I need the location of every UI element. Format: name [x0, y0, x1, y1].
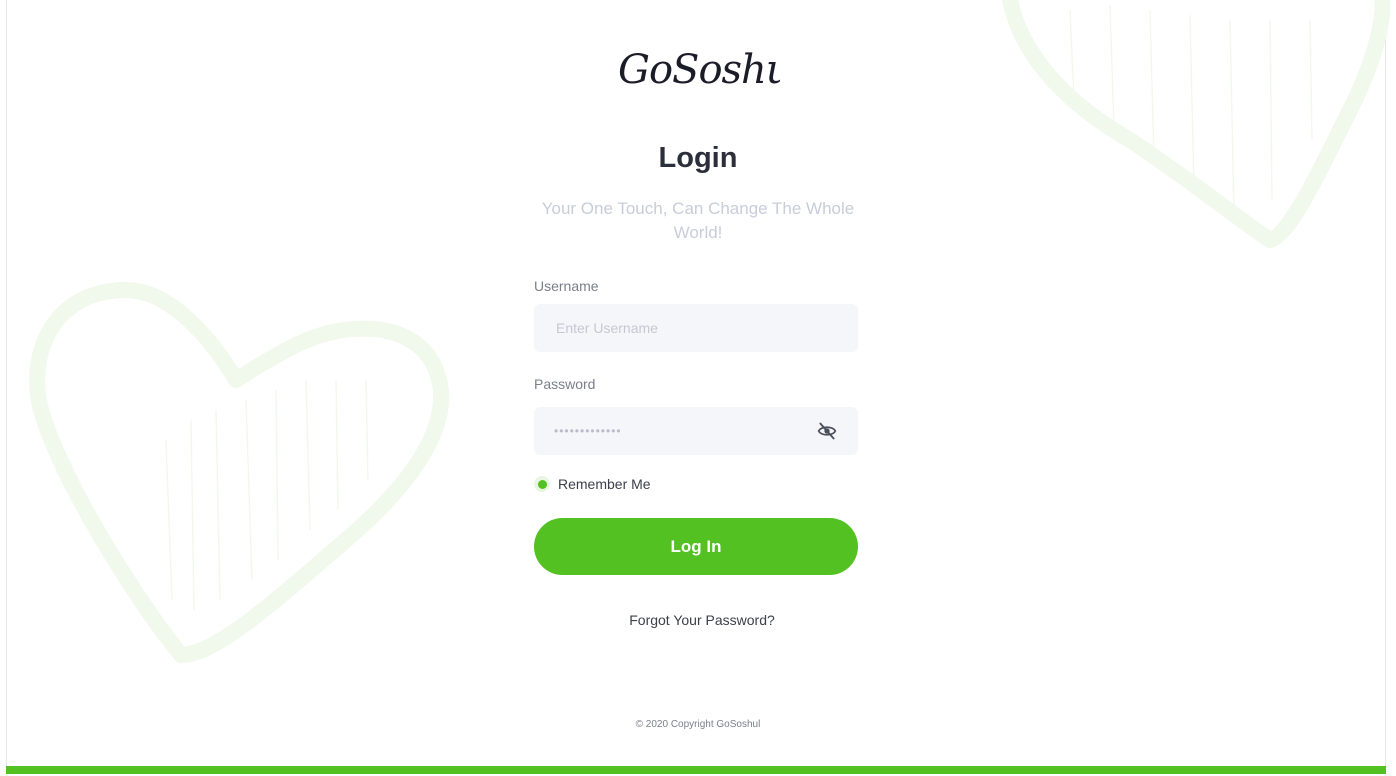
copyright-text: © 2020 Copyright GoSoshul	[635, 719, 761, 730]
gososhul-logo: GoSoshul	[618, 47, 780, 93]
page-subtitle: Your One Touch, Can Change The Whole Wor…	[541, 199, 855, 242]
username-field[interactable]	[534, 304, 858, 352]
password-input[interactable]: •••••••••••••	[554, 424, 816, 438]
username-input[interactable]	[554, 319, 838, 337]
forgot-password-link[interactable]: Forgot Your Password?	[560, 612, 844, 628]
password-label: Password	[534, 376, 596, 392]
remember-me-radio[interactable]	[534, 476, 550, 492]
page-title: Login	[658, 142, 738, 174]
eye-slash-icon[interactable]	[816, 420, 838, 442]
password-field[interactable]: •••••••••••••	[534, 407, 858, 455]
page-frame	[6, 0, 1386, 766]
radio-selected-dot	[537, 479, 547, 489]
username-label: Username	[534, 278, 599, 294]
remember-me-label: Remember Me	[558, 476, 651, 492]
logo-text: GoSoshul	[618, 47, 780, 93]
remember-me-toggle[interactable]: Remember Me	[534, 476, 651, 492]
bottom-accent-bar	[6, 766, 1386, 774]
login-button[interactable]: Log In	[534, 518, 858, 575]
